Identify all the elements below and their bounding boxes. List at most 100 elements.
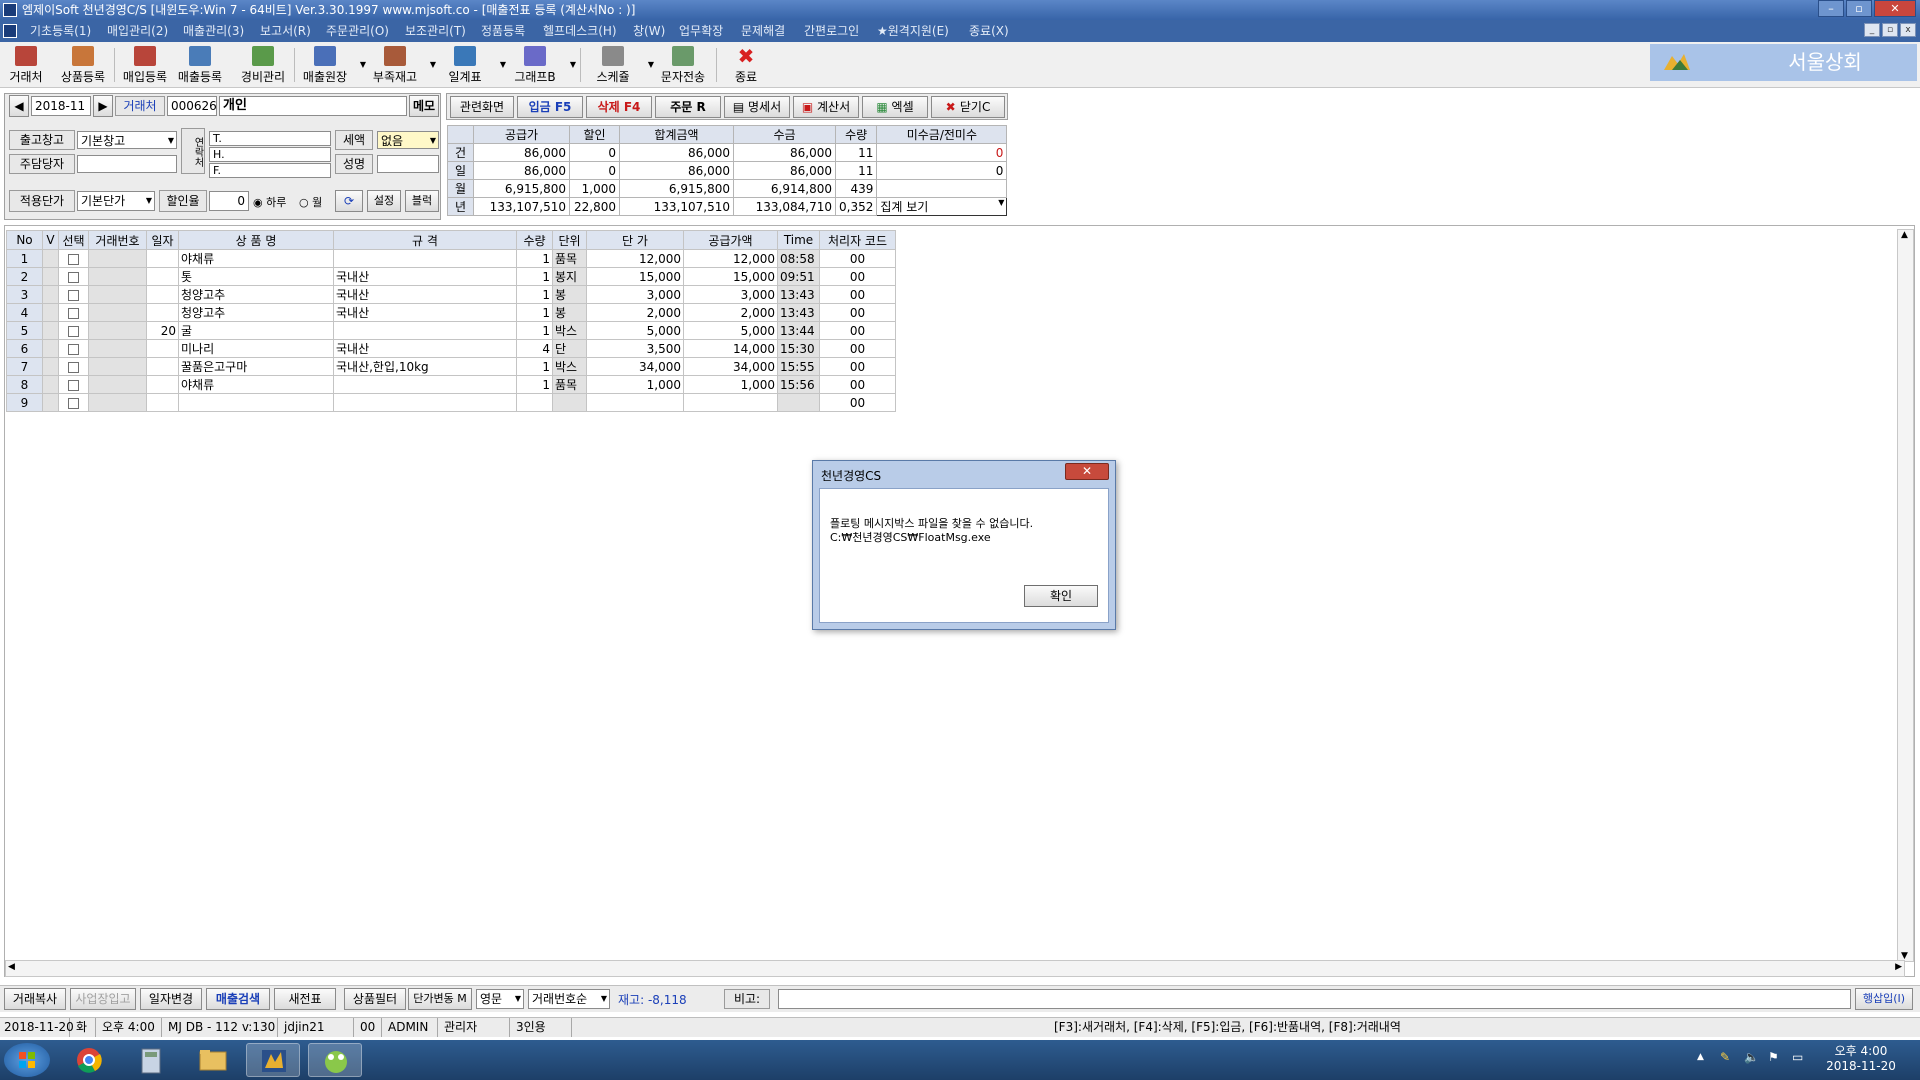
row-spec[interactable]: 국내산 xyxy=(333,303,517,322)
sort-select[interactable]: 거래번호순 ▼ xyxy=(528,989,610,1009)
volume-icon[interactable]: 🔈 xyxy=(1744,1050,1759,1064)
row-spec[interactable]: 국내산 xyxy=(333,339,517,358)
row-v-cell[interactable] xyxy=(42,303,59,322)
row-v-cell[interactable] xyxy=(42,393,59,412)
network-icon[interactable]: ▭ xyxy=(1792,1050,1803,1064)
row-select-checkbox[interactable] xyxy=(58,285,89,304)
row-unit[interactable]: 단 xyxy=(552,339,587,358)
table-row[interactable]: 5 20 굴 1 박스 5,000 5,000 13:44 00 xyxy=(6,321,896,340)
toolbar-exit-button[interactable]: ✖ 종료 xyxy=(722,44,770,86)
checkbox-icon[interactable] xyxy=(68,271,79,283)
row-trade-no[interactable] xyxy=(88,375,147,394)
explorer-taskbar-button[interactable] xyxy=(186,1043,240,1077)
horizontal-scrollbar[interactable]: ◀ ▶ xyxy=(5,960,1905,977)
menu-item-helpdesk[interactable]: 헬프데스크(H) xyxy=(543,20,617,42)
fax-field[interactable]: F. xyxy=(209,163,331,178)
row-product-name[interactable]: 미나리 xyxy=(178,339,334,358)
toolbar-product-button[interactable]: 상품등록 xyxy=(56,44,110,86)
checkbox-icon[interactable] xyxy=(68,289,79,301)
kakao-taskbar-button[interactable] xyxy=(308,1043,362,1077)
close-form-button[interactable]: ✖ 닫기C xyxy=(931,96,1005,118)
table-row[interactable]: 4 청양고추 국내산 1 봉 2,000 2,000 13:43 00 xyxy=(6,303,896,322)
tel-field[interactable]: T. xyxy=(209,131,331,146)
biz-receive-button[interactable]: 사업장입고 xyxy=(70,988,136,1010)
chevron-down-icon[interactable]: ▼ xyxy=(500,60,506,69)
table-row[interactable]: 8 야채류 1 품목 1,000 1,000 15:56 00 xyxy=(6,375,896,394)
row-price[interactable]: 5,000 xyxy=(586,321,684,340)
row-product-name[interactable]: 야채류 xyxy=(178,249,334,268)
row-amount[interactable]: 12,000 xyxy=(683,249,778,268)
menu-item-report[interactable]: 보고서(R) xyxy=(260,20,311,42)
row-qty[interactable]: 4 xyxy=(516,339,553,358)
summary-view-select[interactable]: 집계 보기 ▼ xyxy=(876,197,1008,216)
hp-field[interactable]: H. xyxy=(209,147,331,162)
refresh-button[interactable]: ⟳ xyxy=(335,190,363,212)
row-v-cell[interactable] xyxy=(42,321,59,340)
deposit-button[interactable]: 입금 F5 xyxy=(517,96,583,118)
table-row[interactable]: 6 미나리 국내산 4 단 3,500 14,000 15:30 00 xyxy=(6,339,896,358)
row-v-cell[interactable] xyxy=(42,249,59,268)
period-field[interactable]: 2018-11 xyxy=(31,96,91,116)
toolbar-sms-button[interactable]: 문자전송 xyxy=(656,44,710,86)
checkbox-icon[interactable] xyxy=(68,343,79,355)
tray-expand-icon[interactable]: ▲ xyxy=(1697,1052,1704,1062)
row-product-name[interactable]: 청양고추 xyxy=(178,303,334,322)
col-trade-no[interactable]: 거래번호 xyxy=(88,230,147,250)
row-price[interactable] xyxy=(586,393,684,412)
row-qty[interactable]: 1 xyxy=(516,249,553,268)
row-time[interactable]: 15:56 xyxy=(777,375,820,394)
col-qty[interactable]: 수량 xyxy=(516,230,553,250)
menu-item-purchase[interactable]: 매입관리(2) xyxy=(107,20,168,42)
copy-trade-button[interactable]: 거래복사 xyxy=(4,988,66,1010)
menu-item-basic[interactable]: 기초등록(1) xyxy=(30,20,91,42)
row-price[interactable]: 34,000 xyxy=(586,357,684,376)
row-number[interactable]: 7 xyxy=(6,357,43,376)
tax-select[interactable]: 없음 ▼ xyxy=(377,131,439,149)
row-product-name[interactable] xyxy=(178,393,334,412)
row-qty[interactable]: 1 xyxy=(516,303,553,322)
delete-button[interactable]: 삭제 F4 xyxy=(586,96,652,118)
row-unit[interactable]: 품목 xyxy=(552,249,587,268)
row-number[interactable]: 9 xyxy=(6,393,43,412)
table-row[interactable]: 7 꿀품은고구마 국내산,한입,10kg 1 박스 34,000 34,000 15:55 00 xyxy=(6,357,896,376)
row-code[interactable]: 00 xyxy=(819,375,896,394)
row-qty[interactable]: 1 xyxy=(516,285,553,304)
tray-pen-icon[interactable]: ✎ xyxy=(1720,1050,1730,1064)
col-amount[interactable]: 공급가액 xyxy=(683,230,778,250)
checkbox-icon[interactable] xyxy=(68,307,79,319)
table-row[interactable]: 3 청양고추 국내산 1 봉 3,000 3,000 13:43 00 xyxy=(6,285,896,304)
chevron-down-icon[interactable]: ▼ xyxy=(648,60,654,69)
row-trade-no[interactable] xyxy=(88,357,147,376)
row-select-checkbox[interactable] xyxy=(58,375,89,394)
calculator-taskbar-button[interactable] xyxy=(124,1043,178,1077)
row-number[interactable]: 4 xyxy=(6,303,43,322)
row-product-name[interactable]: 꿀품은고구마 xyxy=(178,357,334,376)
row-spec[interactable] xyxy=(333,375,517,394)
checkbox-icon[interactable] xyxy=(68,397,79,409)
settings-button[interactable]: 설정 xyxy=(367,190,401,212)
table-row[interactable]: 9 00 xyxy=(6,393,896,412)
note-field[interactable] xyxy=(778,989,1851,1009)
row-product-name[interactable]: 청양고추 xyxy=(178,285,334,304)
row-select-checkbox[interactable] xyxy=(58,249,89,268)
row-trade-no[interactable] xyxy=(88,339,147,358)
row-time[interactable]: 13:43 xyxy=(777,285,820,304)
row-date[interactable] xyxy=(146,285,179,304)
row-date[interactable] xyxy=(146,339,179,358)
row-amount[interactable] xyxy=(683,393,778,412)
date-change-button[interactable]: 일자변경 xyxy=(140,988,202,1010)
toolbar-ledger-button[interactable]: 매출원장 ▼ xyxy=(298,44,366,86)
row-code[interactable]: 00 xyxy=(819,357,896,376)
next-period-button[interactable]: ▶ xyxy=(93,95,113,117)
menu-item-remote[interactable]: ★원격지원(E) xyxy=(877,20,949,42)
checkbox-icon[interactable] xyxy=(68,325,79,337)
radio-month[interactable]: ○ 월 xyxy=(299,194,322,210)
price-change-button[interactable]: 단가변동 M xyxy=(408,988,472,1010)
row-trade-no[interactable] xyxy=(88,267,147,286)
name-field[interactable] xyxy=(377,155,439,173)
new-slip-button[interactable]: 새전표 xyxy=(274,988,336,1010)
toolbar-expense-button[interactable]: 경비관리 xyxy=(236,44,290,86)
row-qty[interactable]: 1 xyxy=(516,321,553,340)
row-v-cell[interactable] xyxy=(42,375,59,394)
row-price[interactable]: 3,000 xyxy=(586,285,684,304)
